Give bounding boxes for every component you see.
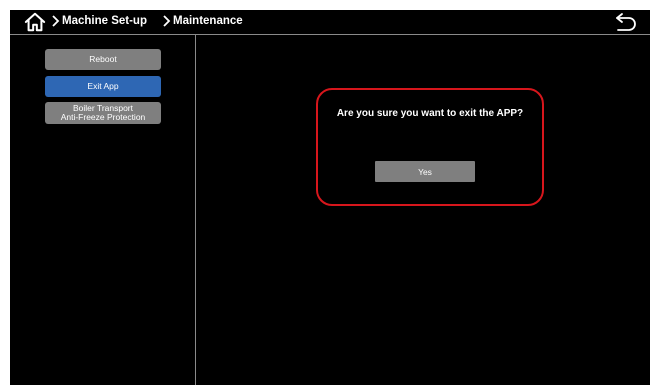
sidebar: Reboot Exit App Boiler Transport Anti-Fr… [10,35,196,385]
back-arrow-icon[interactable] [614,11,638,33]
anti-freeze-protection-label: Anti-Freeze Protection [60,112,146,122]
exit-confirm-dialog: Are you sure you want to exit the APP? Y… [316,88,544,206]
chevron-right-icon [52,15,60,27]
reboot-button[interactable]: Reboot [45,49,161,70]
breadcrumb-machine-setup[interactable]: Machine Set-up [62,14,147,28]
top-bar: Machine Set-up Maintenance [10,10,650,35]
breadcrumb-maintenance: Maintenance [173,15,243,27]
app-screen: Machine Set-up Maintenance Reboot Exit A… [10,10,650,385]
chevron-right-icon [163,15,171,27]
yes-button[interactable]: Yes [375,161,475,182]
dialog-message: Are you sure you want to exit the APP? [336,108,524,119]
boiler-transport-anti-freeze-button[interactable]: Boiler Transport Anti-Freeze Protection [45,102,161,124]
reboot-button-label: Reboot [89,54,117,64]
exit-app-button[interactable]: Exit App [45,76,161,97]
home-icon[interactable] [24,11,46,33]
yes-button-label: Yes [418,166,432,177]
exit-app-button-label: Exit App [87,81,119,91]
